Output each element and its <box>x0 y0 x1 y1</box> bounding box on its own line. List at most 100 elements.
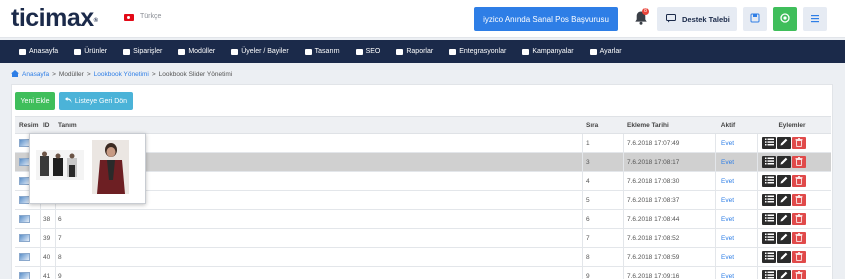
row-actions <box>762 134 822 152</box>
row-actions <box>762 191 822 209</box>
edit-button[interactable] <box>777 213 791 225</box>
logo-text: ticimax <box>11 4 94 32</box>
image-thumbnail-icon[interactable] <box>19 234 30 242</box>
floppy-icon <box>750 13 760 25</box>
nav-item-design[interactable]: Tasarım <box>304 48 340 55</box>
row-active-status[interactable]: Evet <box>721 210 734 228</box>
row-order: 8 <box>586 253 590 261</box>
column-divider <box>757 210 758 228</box>
row-active-status[interactable]: Evet <box>721 134 734 152</box>
column-header-name[interactable]: Tanım <box>58 117 77 133</box>
menu-button[interactable] <box>803 7 827 31</box>
column-divider <box>623 191 624 209</box>
nav-item-reports[interactable]: Raporlar <box>396 48 433 55</box>
edit-button[interactable] <box>777 175 791 187</box>
add-new-button[interactable]: Yeni Ekle <box>15 92 55 110</box>
delete-button[interactable] <box>792 194 806 206</box>
details-button[interactable] <box>762 251 776 263</box>
table-row[interactable]: 38 6 6 7.6.2018 17:08:44 Evet <box>15 210 831 229</box>
users-icon <box>231 48 239 55</box>
row-image-cell[interactable] <box>19 210 39 228</box>
row-actions <box>762 210 822 228</box>
preview-image-small <box>36 150 84 180</box>
image-thumbnail-icon[interactable] <box>19 253 30 261</box>
nav-item-settings[interactable]: Ayarlar <box>589 48 622 55</box>
details-button[interactable] <box>762 156 776 168</box>
edit-button[interactable] <box>777 251 791 263</box>
table-row[interactable]: 39 7 7 7.6.2018 17:08:52 Evet <box>15 229 831 248</box>
nav-item-orders[interactable]: Siparişler <box>123 48 162 55</box>
edit-button[interactable] <box>777 194 791 206</box>
details-button[interactable] <box>762 137 776 149</box>
nav-item-integrations[interactable]: Entegrasyonlar <box>449 48 506 55</box>
row-order: 4 <box>586 177 590 185</box>
pencil-icon <box>780 138 788 148</box>
column-divider <box>40 210 41 228</box>
column-divider <box>40 248 41 266</box>
nav-item-members[interactable]: Üyeler / Bayiler <box>231 48 289 55</box>
edit-button[interactable] <box>777 232 791 244</box>
edit-button[interactable] <box>777 137 791 149</box>
row-active-status[interactable]: Evet <box>721 267 734 279</box>
row-image-cell[interactable] <box>19 229 39 247</box>
table-row[interactable]: 41 9 9 7.6.2018 17:09:16 Evet <box>15 267 831 279</box>
column-header-active[interactable]: Aktif <box>719 117 737 133</box>
nav-item-products[interactable]: Ürünler <box>74 48 107 55</box>
details-button[interactable] <box>762 270 776 279</box>
list-icon <box>764 138 774 148</box>
save-icon-button[interactable] <box>743 7 767 31</box>
delete-button[interactable] <box>792 270 806 279</box>
delete-button[interactable] <box>792 232 806 244</box>
column-divider <box>715 191 716 209</box>
back-to-list-button[interactable]: Listeye Geri Dön <box>59 92 133 110</box>
column-header-actions: Eylemler <box>778 121 806 129</box>
row-image-cell[interactable] <box>19 248 39 266</box>
nav-item-campaigns[interactable]: Kampanyalar <box>522 48 574 55</box>
rocket-icon <box>355 48 363 55</box>
row-id: 41 <box>43 272 51 279</box>
delete-button[interactable] <box>792 156 806 168</box>
row-actions <box>762 172 822 190</box>
support-ticket-button[interactable]: Destek Talebi <box>657 7 737 31</box>
details-button[interactable] <box>762 232 776 244</box>
delete-button[interactable] <box>792 251 806 263</box>
column-divider <box>40 267 41 279</box>
image-thumbnail-icon[interactable] <box>19 215 30 223</box>
edit-button[interactable] <box>777 270 791 279</box>
column-divider <box>40 229 41 247</box>
breadcrumb-modules[interactable]: Modüller <box>59 71 84 78</box>
home-icon[interactable] <box>11 70 19 79</box>
details-button[interactable] <box>762 194 776 206</box>
breadcrumb-lookbook[interactable]: Lookbook Yönetimi <box>94 71 149 78</box>
column-header-id[interactable]: ID <box>43 117 53 133</box>
edit-button[interactable] <box>777 156 791 168</box>
row-order: 5 <box>586 196 590 204</box>
ticimax-logo[interactable]: ticimax® <box>11 4 98 32</box>
table-row[interactable]: 40 8 8 7.6.2018 17:08:59 Evet <box>15 248 831 267</box>
column-header-image[interactable]: Resim <box>19 117 39 133</box>
image-thumbnail-icon[interactable] <box>19 272 30 279</box>
breadcrumb: Anasayfa > Modüller > Lookbook Yönetimi … <box>11 70 232 79</box>
nav-item-modules[interactable]: Modüller <box>178 48 215 55</box>
row-active-status[interactable]: Evet <box>721 153 734 171</box>
turkey-flag-icon[interactable] <box>124 14 134 21</box>
column-header-order[interactable]: Sıra <box>586 117 598 133</box>
language-selector[interactable]: Türkçe <box>140 13 161 20</box>
delete-button[interactable] <box>792 137 806 149</box>
delete-button[interactable] <box>792 213 806 225</box>
row-active-status[interactable]: Evet <box>721 172 734 190</box>
details-button[interactable] <box>762 175 776 187</box>
breadcrumb-home[interactable]: Anasayfa <box>22 71 49 78</box>
nav-item-seo[interactable]: SEO <box>355 48 380 55</box>
status-button[interactable] <box>773 7 797 31</box>
row-active-status[interactable]: Evet <box>721 248 734 266</box>
iyzico-application-button[interactable]: iyzico Anında Sanal Pos Başvurusu <box>474 7 618 31</box>
nav-item-home[interactable]: Anasayfa <box>19 48 58 55</box>
row-active-status[interactable]: Evet <box>721 191 734 209</box>
trash-icon <box>795 194 803 206</box>
row-image-cell[interactable] <box>19 267 39 279</box>
column-header-date[interactable]: Ekleme Tarihi <box>627 117 669 133</box>
row-active-status[interactable]: Evet <box>721 229 734 247</box>
delete-button[interactable] <box>792 175 806 187</box>
details-button[interactable] <box>762 213 776 225</box>
